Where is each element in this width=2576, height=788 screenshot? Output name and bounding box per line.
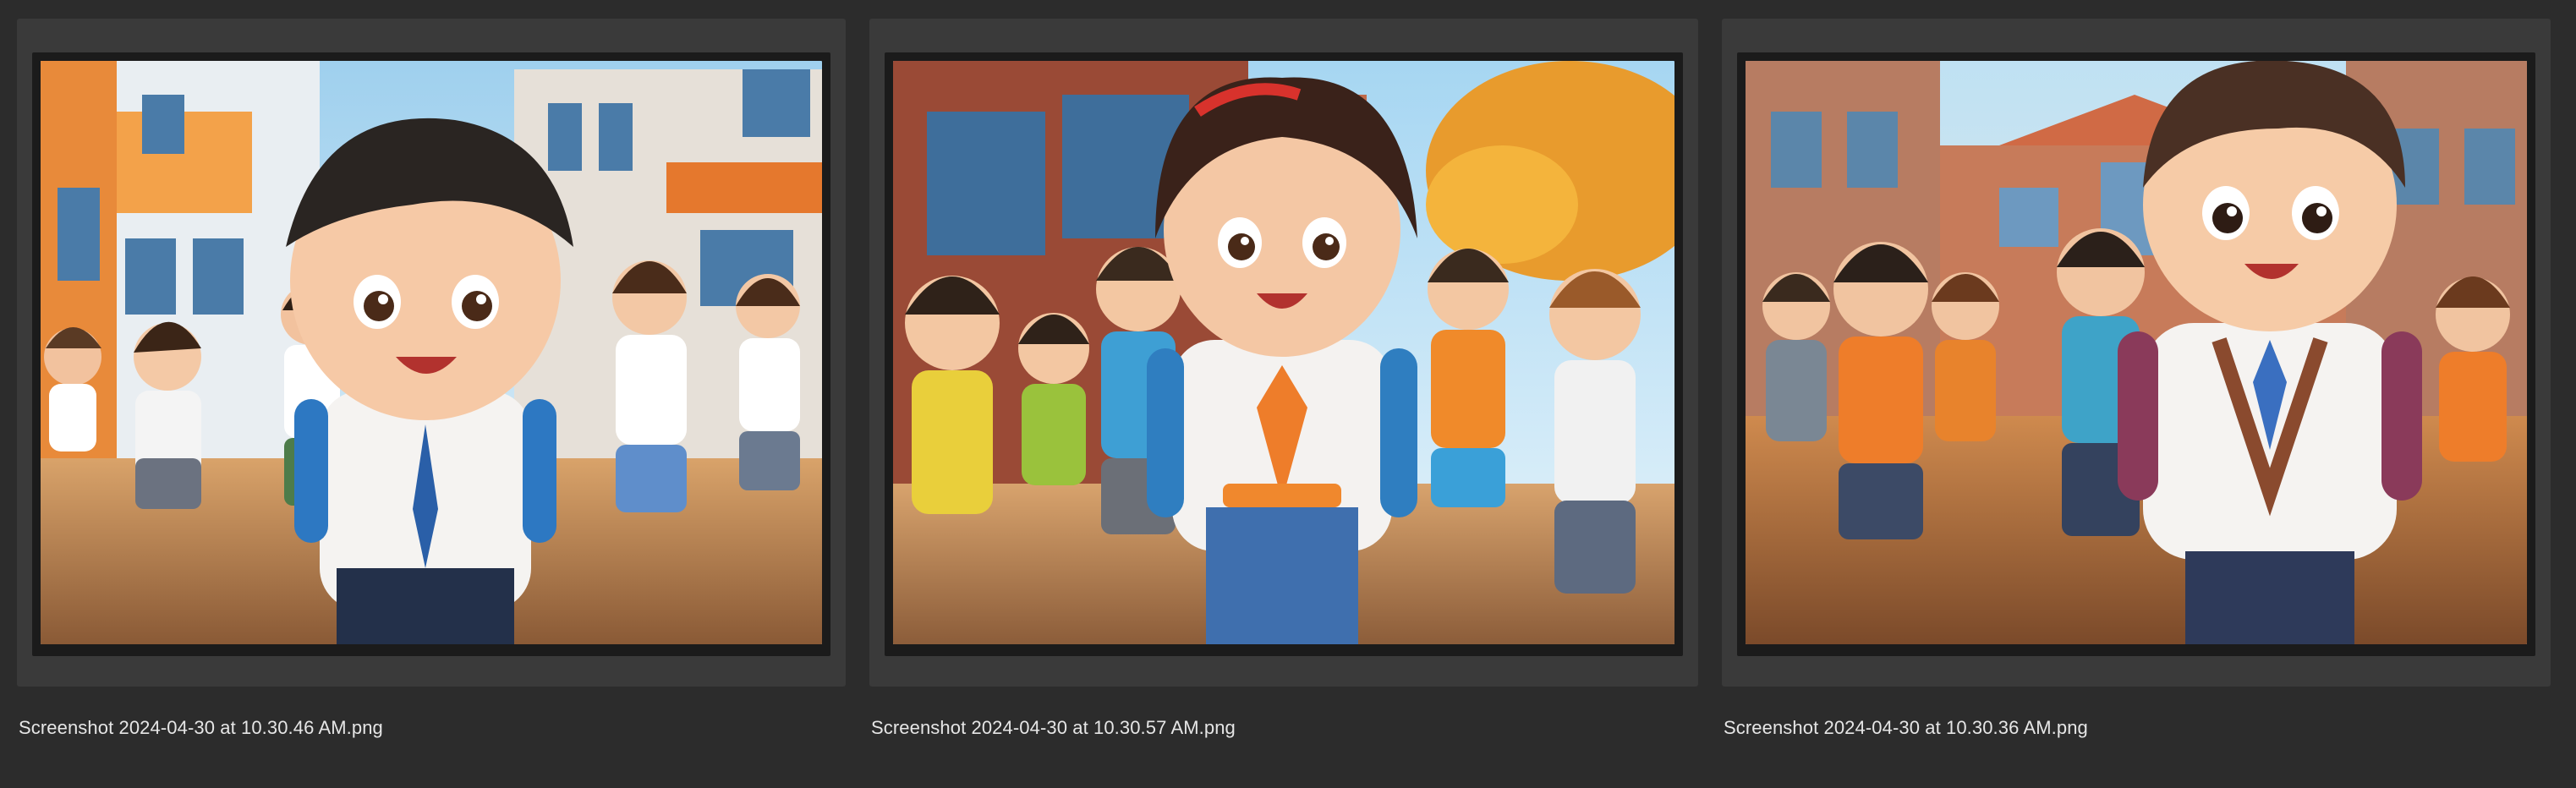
- scene-illustration: [41, 61, 822, 644]
- thumbnail-image[interactable]: [893, 61, 1674, 644]
- file-browser-grid: Screenshot 2024-04-30 at 10.30.46 AM.png: [0, 0, 2576, 788]
- thumbnail-cell[interactable]: [869, 19, 1698, 687]
- file-tile[interactable]: Screenshot 2024-04-30 at 10.30.57 AM.png: [852, 0, 1708, 788]
- thumbnail-frame: [1737, 52, 2535, 656]
- filename-label[interactable]: Screenshot 2024-04-30 at 10.30.46 AM.png: [19, 717, 383, 739]
- thumbnail-frame: [32, 52, 830, 656]
- thumbnail-cell[interactable]: [1722, 19, 2551, 687]
- thumbnail-image[interactable]: [41, 61, 822, 644]
- file-tile[interactable]: Screenshot 2024-04-30 at 10.30.46 AM.png: [0, 0, 854, 788]
- thumbnail-cell[interactable]: [17, 19, 846, 687]
- thumbnail-frame: [885, 52, 1683, 656]
- thumbnail-image[interactable]: [1746, 61, 2527, 644]
- scene-illustration: [1746, 61, 2527, 644]
- filename-label[interactable]: Screenshot 2024-04-30 at 10.30.36 AM.png: [1724, 717, 2088, 739]
- filename-label[interactable]: Screenshot 2024-04-30 at 10.30.57 AM.png: [871, 717, 1236, 739]
- file-tile[interactable]: Screenshot 2024-04-30 at 10.30.36 AM.png: [1705, 0, 2576, 788]
- scene-illustration: [893, 61, 1674, 644]
